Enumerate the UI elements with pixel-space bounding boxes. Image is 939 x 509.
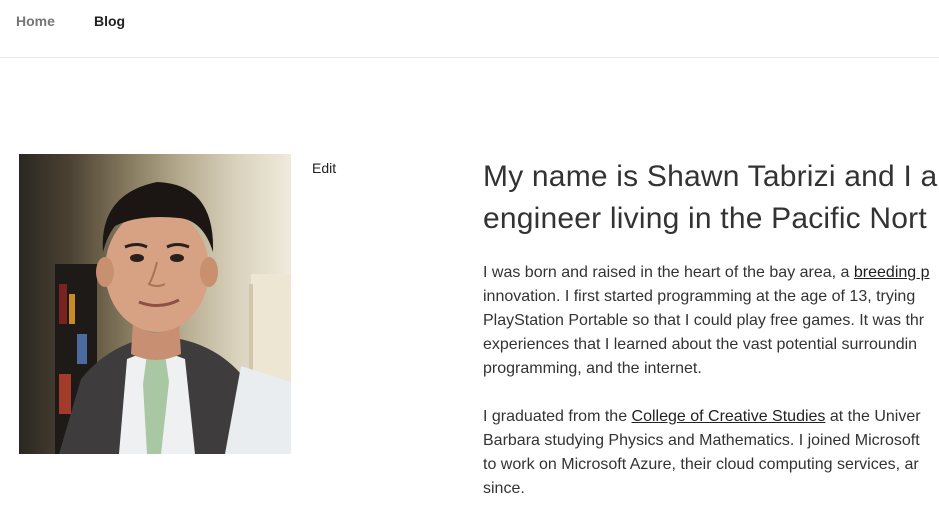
- profile-photo: [19, 154, 291, 454]
- bio-paragraph-2: I graduated from the College of Creative…: [483, 405, 939, 501]
- intro-content: My name is Shawn Tabrizi and I ar engine…: [483, 156, 939, 509]
- paragraph-line: programming, and the internet.: [483, 360, 702, 377]
- paragraph-line: I graduated from the College of Creative…: [483, 405, 939, 429]
- paragraph-line: to work on Microsoft Azure, their cloud …: [483, 456, 919, 473]
- paragraph-text: at the Univer: [825, 408, 921, 425]
- nav-home-link[interactable]: Home: [16, 13, 55, 29]
- nav-blog-link[interactable]: Blog: [94, 13, 125, 29]
- top-navigation: Home Blog: [0, 0, 939, 58]
- paragraph-line: PlayStation Portable so that I could pla…: [483, 312, 925, 329]
- paragraph-text: I graduated from the: [483, 408, 632, 425]
- breeding-link[interactable]: breeding p: [854, 264, 930, 281]
- paragraph-line: I was born and raised in the heart of th…: [483, 261, 939, 285]
- edit-link[interactable]: Edit: [312, 160, 336, 176]
- bio-paragraph-1: I was born and raised in the heart of th…: [483, 261, 939, 381]
- intro-heading-line: engineer living in the Pacific Nort: [483, 202, 927, 235]
- intro-heading-line: My name is Shawn Tabrizi and I ar: [483, 160, 939, 193]
- intro-heading: My name is Shawn Tabrizi and I ar engine…: [483, 156, 939, 240]
- paragraph-text: I was born and raised in the heart of th…: [483, 264, 854, 281]
- paragraph-line: innovation. I first started programming …: [483, 288, 916, 305]
- college-of-creative-studies-link[interactable]: College of Creative Studies: [632, 408, 826, 425]
- paragraph-line: since.: [483, 480, 525, 497]
- paragraph-line: Barbara studying Physics and Mathematics…: [483, 432, 920, 449]
- portrait-illustration: [55, 182, 291, 454]
- paragraph-line: experiences that I learned about the vas…: [483, 336, 918, 353]
